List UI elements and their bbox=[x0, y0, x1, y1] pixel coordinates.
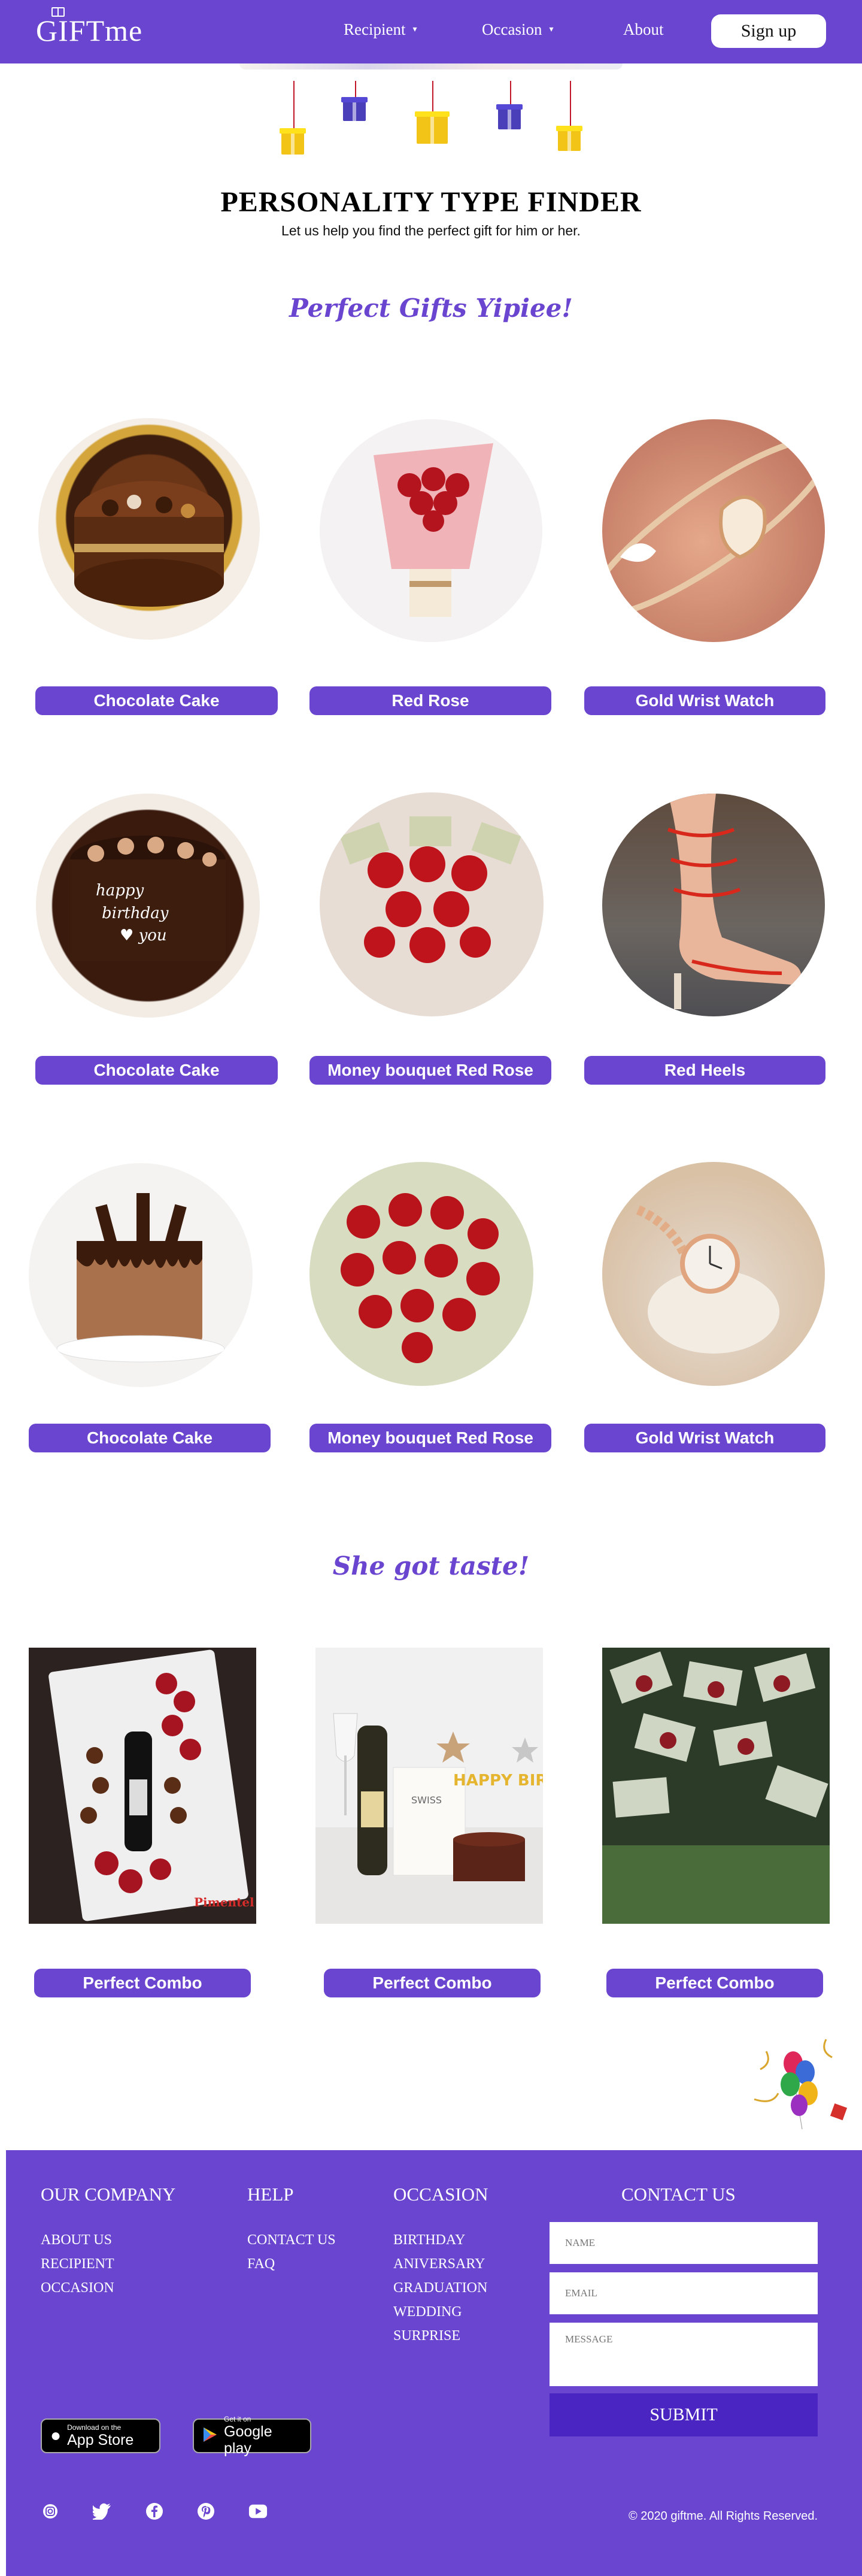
app-store-badge[interactable]: ● Download on the App Store bbox=[41, 2418, 160, 2453]
footer-link-wedding[interactable]: WEDDING bbox=[393, 2304, 462, 2320]
money-roses-illustration bbox=[602, 1651, 830, 1924]
top-navbar: GIFTme Recipient ▾ Occasion ▾ About Sign… bbox=[0, 0, 862, 63]
product-button-gold-wrist-watch[interactable]: Gold Wrist Watch bbox=[584, 1424, 825, 1452]
logo-text: GIFTme bbox=[36, 14, 143, 47]
footer-link-recipient[interactable]: RECIPIENT bbox=[41, 2256, 114, 2272]
product-button-money-bouquet[interactable]: Money bouquet Red Rose bbox=[309, 1056, 551, 1085]
pinterest-icon[interactable] bbox=[196, 2502, 216, 2521]
birthday-cake-illustration: happy birthday ♥ you bbox=[70, 836, 226, 961]
combo-button-1[interactable]: Perfect Combo bbox=[34, 1969, 251, 1997]
email-field[interactable] bbox=[550, 2272, 818, 2314]
page-subtitle: Let us help you find the perfect gift fo… bbox=[281, 223, 581, 238]
footer-link-contact-us[interactable]: CONTACT US bbox=[247, 2232, 336, 2248]
pimentel-watermark: Pimentel bbox=[194, 1895, 254, 1909]
rose-bouquet-illustration bbox=[374, 443, 493, 617]
drip-cake-illustration bbox=[56, 1193, 225, 1363]
svg-text:birthday: birthday bbox=[102, 904, 169, 922]
footer: OUR COMPANY ABOUT US RECIPIENT OCCASION … bbox=[6, 2150, 862, 2576]
product-button-red-heels[interactable]: Red Heels bbox=[584, 1056, 825, 1085]
combo-button-2[interactable]: Perfect Combo bbox=[324, 1969, 541, 1997]
twitter-icon[interactable] bbox=[93, 2502, 112, 2521]
product-button-red-rose[interactable]: Red Rose bbox=[309, 686, 551, 715]
app-store-big: App Store bbox=[67, 2431, 134, 2448]
combo-button-3[interactable]: Perfect Combo bbox=[606, 1969, 823, 1997]
balloons-icon bbox=[748, 2027, 850, 2135]
product-image-chocolate-cake[interactable] bbox=[38, 418, 260, 640]
product-image-money-bouquet[interactable] bbox=[309, 1162, 533, 1386]
nav-recipient[interactable]: Recipient ▾ bbox=[344, 20, 417, 39]
heels-illustration bbox=[667, 794, 802, 1009]
product-image-chocolate-cake-birthday[interactable]: happy birthday ♥ you bbox=[36, 794, 260, 1018]
google-play-small: Get it on bbox=[224, 2414, 251, 2423]
birthday-topper-text: HAPPY BIRTHDAY bbox=[453, 1772, 543, 1790]
nav-about[interactable]: About bbox=[623, 20, 664, 39]
product-image-gold-wrist-watch[interactable] bbox=[602, 419, 825, 642]
apple-icon: ● bbox=[50, 2426, 62, 2445]
product-button-money-bouquet[interactable]: Money bouquet Red Rose bbox=[309, 1424, 551, 1452]
svg-text:happy: happy bbox=[96, 882, 144, 900]
product-image-red-rose[interactable] bbox=[320, 419, 542, 642]
chevron-down-icon: ▾ bbox=[412, 25, 417, 34]
section-heading-perfect-gifts: Perfect Gifts Yipiee! bbox=[289, 293, 573, 323]
cake-illustration bbox=[74, 481, 224, 607]
chevron-down-icon: ▾ bbox=[549, 25, 554, 34]
play-icon bbox=[202, 2426, 218, 2446]
site-logo[interactable]: GIFTme bbox=[36, 7, 143, 48]
google-play-big: Google play bbox=[224, 2423, 272, 2457]
combo-box-illustration: Pimentel bbox=[48, 1649, 254, 1921]
combo-image-chocolates-roses[interactable]: Pimentel bbox=[29, 1648, 256, 1924]
footer-link-about-us[interactable]: ABOUT US bbox=[41, 2232, 112, 2248]
product-image-money-bouquet[interactable] bbox=[320, 792, 544, 1016]
app-store-text: Download on the App Store bbox=[67, 2423, 134, 2448]
product-image-gold-wrist-watch[interactable] bbox=[602, 1162, 825, 1386]
footer-occasion-title: OCCASION bbox=[393, 2184, 488, 2205]
google-play-badge[interactable]: Get it on Google play bbox=[193, 2415, 311, 2457]
footer-link-aniversary[interactable]: ANIVERSARY bbox=[393, 2256, 485, 2272]
footer-link-birthday[interactable]: BIRTHDAY bbox=[393, 2232, 465, 2248]
footer-link-faq[interactable]: FAQ bbox=[247, 2256, 275, 2272]
footer-link-surprise[interactable]: SURPRISE bbox=[393, 2328, 460, 2344]
product-button-gold-wrist-watch[interactable]: Gold Wrist Watch bbox=[584, 686, 825, 715]
footer-link-occasion[interactable]: OCCASION bbox=[41, 2280, 114, 2296]
nav-recipient-label: Recipient bbox=[344, 20, 406, 38]
nav-occasion[interactable]: Occasion ▾ bbox=[482, 20, 554, 39]
nav-about-label: About bbox=[623, 20, 664, 38]
app-store-small: Download on the bbox=[67, 2423, 122, 2432]
nav-occasion-label: Occasion bbox=[482, 20, 542, 38]
footer-link-graduation[interactable]: GRADUATION bbox=[393, 2280, 487, 2296]
product-button-chocolate-cake[interactable]: Chocolate Cake bbox=[35, 1056, 278, 1085]
message-field[interactable] bbox=[550, 2323, 818, 2386]
footer-help-title: HELP bbox=[247, 2184, 294, 2205]
money-bouquet-illustration bbox=[339, 816, 521, 963]
combo-image-champagne-cake[interactable]: SWISS HAPPY BIRTHDAY bbox=[315, 1648, 543, 1924]
section-heading-she-got-taste: She got taste! bbox=[332, 1551, 530, 1581]
watch-illustration bbox=[636, 1205, 779, 1354]
name-field[interactable] bbox=[550, 2222, 818, 2264]
logo-gift-icon bbox=[51, 7, 65, 17]
product-image-chocolate-drip-cake[interactable] bbox=[29, 1163, 253, 1387]
watch-illustration bbox=[602, 436, 825, 618]
money-bouquet-illustration bbox=[341, 1193, 500, 1363]
google-play-text: Get it on Google play bbox=[224, 2415, 302, 2457]
product-image-red-heels[interactable] bbox=[602, 794, 825, 1016]
champagne-cake-illustration: SWISS HAPPY BIRTHDAY bbox=[315, 1713, 543, 1924]
facebook-icon[interactable] bbox=[145, 2502, 164, 2521]
submit-button[interactable]: SUBMIT bbox=[550, 2393, 818, 2436]
combo-image-money-roses[interactable] bbox=[602, 1648, 830, 1924]
box-brand: SWISS bbox=[411, 1794, 442, 1806]
product-button-chocolate-cake[interactable]: Chocolate Cake bbox=[29, 1424, 271, 1452]
svg-text:♥ you: ♥ you bbox=[120, 927, 167, 945]
instagram-icon[interactable] bbox=[41, 2502, 60, 2521]
hero-banner-strip bbox=[239, 63, 623, 69]
page-title: PERSONALITY TYPE FINDER bbox=[220, 186, 642, 218]
product-button-chocolate-cake[interactable]: Chocolate Cake bbox=[35, 686, 278, 715]
footer-company-title: OUR COMPANY bbox=[41, 2184, 176, 2205]
youtube-icon[interactable] bbox=[248, 2502, 268, 2521]
footer-contact-title: CONTACT US bbox=[621, 2184, 736, 2205]
copyright-text: © 2020 giftme. All Rights Reserved. bbox=[629, 2510, 818, 2523]
signup-button[interactable]: Sign up bbox=[711, 14, 826, 48]
